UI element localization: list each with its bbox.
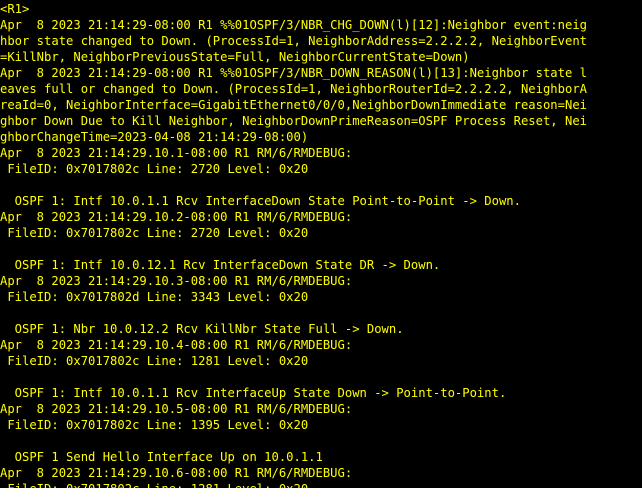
terminal-output[interactable]: <R1> Apr 8 2023 21:14:29-08:00 R1 %%01OSP… (0, 0, 642, 488)
terminal-line: Apr 8 2023 21:14:29.10.3-08:00 R1 RM/6/R… (0, 274, 353, 288)
terminal-line: =KillNbr, NeighborPreviousState=Full, Ne… (0, 50, 470, 64)
terminal-line: OSPF 1: Intf 10.0.1.1 Rcv InterfaceDown … (0, 194, 521, 208)
terminal-line: Apr 8 2023 21:14:29.10.5-08:00 R1 RM/6/R… (0, 402, 353, 416)
terminal-line: FileID: 0x7017802d Line: 3343 Level: 0x2… (0, 290, 309, 304)
terminal-line: OSPF 1: Intf 10.0.12.1 Rcv InterfaceDown… (0, 258, 441, 272)
terminal-line: OSPF 1: Intf 10.0.1.1 Rcv InterfaceUp St… (0, 386, 507, 400)
terminal-line: Apr 8 2023 21:14:29-08:00 R1 %%01OSPF/3/… (0, 18, 587, 32)
terminal-line: OSPF 1: Nbr 10.0.12.2 Rcv KillNbr State … (0, 322, 404, 336)
terminal-line: Apr 8 2023 21:14:29.10.6-08:00 R1 RM/6/R… (0, 466, 353, 480)
terminal-line: FileID: 0x7017802c Line: 1281 Level: 0x2… (0, 481, 308, 488)
terminal-line: eaves full or changed to Down. (ProcessI… (0, 82, 587, 96)
terminal-line: hbor state changed to Down. (ProcessId=1… (0, 34, 587, 48)
terminal-line: Apr 8 2023 21:14:29.10.2-08:00 R1 RM/6/R… (0, 210, 353, 224)
terminal-line: FileID: 0x7017802c Line: 2720 Level: 0x2… (0, 226, 309, 240)
terminal-line: OSPF 1 Send Hello Interface Up on 10.0.1… (0, 450, 323, 464)
terminal-line: reaId=0, NeighborInterface=GigabitEthern… (0, 98, 587, 112)
terminal-line: Apr 8 2023 21:14:29.10.4-08:00 R1 RM/6/R… (0, 338, 353, 352)
terminal-line: Apr 8 2023 21:14:29-08:00 R1 %%01OSPF/3/… (0, 66, 587, 80)
terminal-line: Apr 8 2023 21:14:29.10.1-08:00 R1 RM/6/R… (0, 146, 353, 160)
terminal-line: <R1> (0, 2, 30, 16)
terminal-line: FileID: 0x7017802c Line: 2720 Level: 0x2… (0, 162, 309, 176)
terminal-line: FileID: 0x7017802c Line: 1281 Level: 0x2… (0, 354, 309, 368)
terminal-line: FileID: 0x7017802c Line: 1395 Level: 0x2… (0, 418, 309, 432)
terminal-line: ghbor Down Due to Kill Neighbor, Neighbo… (0, 114, 587, 128)
terminal-line: ghborChangeTime=2023-04-08 21:14:29-08:0… (0, 130, 309, 144)
